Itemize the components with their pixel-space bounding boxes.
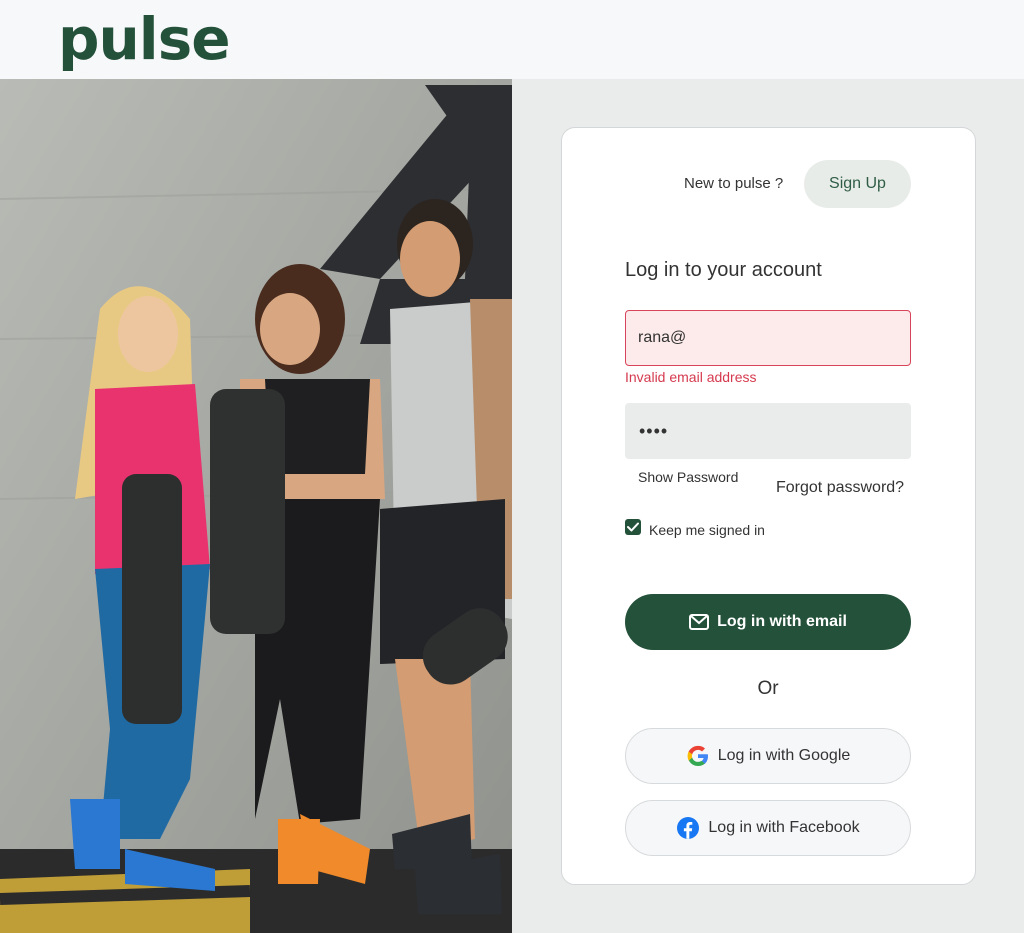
- show-password-toggle[interactable]: Show Password: [638, 469, 738, 485]
- or-divider: Or: [757, 678, 779, 699]
- pulse-logo[interactable]: pulse: [58, 4, 231, 74]
- email-input[interactable]: rana@: [625, 310, 911, 366]
- login-with-google-button[interactable]: Log in with Google: [625, 728, 911, 784]
- login-heading: Log in to your account: [625, 259, 822, 281]
- keep-signed-in-label[interactable]: Keep me signed in: [649, 520, 767, 541]
- login-with-email-button[interactable]: Log in with email: [625, 594, 911, 650]
- keep-signed-in-checkbox[interactable]: [625, 519, 641, 535]
- login-with-facebook-label: Log in with Facebook: [708, 819, 860, 836]
- login-with-email-label: Log in with email: [717, 613, 847, 630]
- hero-image: [0, 79, 512, 933]
- signup-prompt: New to pulse ?: [684, 175, 784, 192]
- email-error-message: Invalid email address: [625, 369, 757, 385]
- login-with-facebook-button[interactable]: Log in with Facebook: [625, 800, 911, 856]
- check-icon: [627, 522, 639, 532]
- login-with-google-label: Log in with Google: [717, 747, 851, 764]
- hero-photo-illustration: [0, 79, 512, 933]
- sign-up-button[interactable]: Sign Up: [804, 160, 911, 208]
- envelope-icon: [689, 614, 710, 630]
- password-input[interactable]: ••••: [625, 403, 911, 459]
- forgot-password-link[interactable]: Forgot password?: [776, 479, 904, 497]
- top-header: pulse: [0, 0, 1024, 79]
- google-icon: [687, 745, 708, 766]
- facebook-icon: [677, 817, 700, 839]
